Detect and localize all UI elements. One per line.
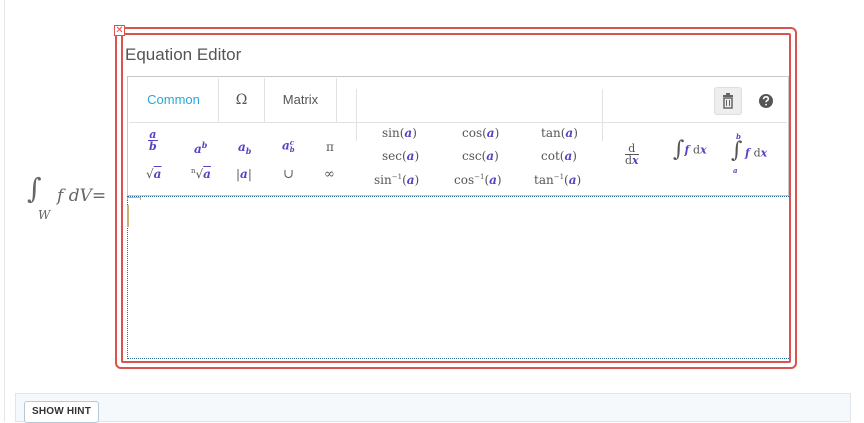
subsup-sub: b: [289, 145, 295, 154]
integral-subscript: W: [38, 208, 51, 222]
editor-title: Equation Editor: [125, 45, 242, 64]
cursor-placeholder: [127, 197, 141, 200]
definite-d: d: [753, 146, 761, 160]
sin-button[interactable]: sin(a): [382, 127, 417, 139]
trig-fn: sec: [382, 149, 402, 163]
trig-arg: a: [406, 173, 415, 187]
cot-button[interactable]: cot(a): [541, 150, 577, 162]
definite-f: f: [745, 146, 750, 160]
definite-integral-icon: ∫: [731, 138, 743, 163]
subscript-button[interactable]: ab: [238, 141, 251, 156]
trig-arg: a: [486, 126, 495, 140]
clear-button[interactable]: [714, 87, 742, 115]
integral-sign: ∫: [27, 172, 42, 205]
nth-root-button[interactable]: n√a: [191, 167, 211, 181]
pi-button[interactable]: π: [326, 141, 334, 153]
fraction-button[interactable]: ab: [148, 129, 158, 152]
csc-button[interactable]: csc(a): [462, 150, 499, 162]
trig-arg: a: [406, 149, 415, 163]
abs-button[interactable]: |a|: [236, 168, 252, 180]
trig-fn: sin: [374, 173, 392, 187]
integrand-text: f dV: [57, 186, 92, 206]
trig-arg: a: [486, 149, 495, 163]
trig-fn: csc: [462, 149, 482, 163]
arcsin-button[interactable]: sin−1(a): [374, 173, 419, 187]
infinity-button[interactable]: ∞: [324, 168, 335, 181]
definite-lower: a: [733, 166, 738, 175]
tan-button[interactable]: tan(a): [541, 127, 578, 139]
union-button[interactable]: ∪: [283, 168, 294, 181]
sec-button[interactable]: sec(a): [382, 150, 419, 162]
left-rule: [4, 0, 5, 422]
tab-common[interactable]: Common: [129, 78, 219, 122]
close-icon[interactable]: ✕: [114, 25, 125, 36]
trig-arg: a: [564, 149, 573, 163]
arccos-button[interactable]: cos−1(a): [454, 173, 502, 187]
trig-fn: sin: [382, 126, 400, 140]
sqrt-arg: a: [153, 167, 162, 181]
sub-sup-button[interactable]: acb: [282, 139, 295, 153]
sqrt-button[interactable]: √a: [146, 168, 161, 180]
trig-sup: −1: [553, 173, 565, 181]
subscript-sub: b: [245, 146, 252, 157]
cos-button[interactable]: cos(a): [462, 127, 499, 139]
derivative-button[interactable]: d dx: [625, 143, 639, 166]
definite-integral-button[interactable]: b ∫ a f dx: [731, 133, 768, 175]
editor-tabs: Common Ω Matrix: [129, 78, 787, 123]
help-circle-icon: [759, 94, 773, 108]
integrand: f dV=: [57, 186, 106, 206]
trig-sup: −1: [474, 173, 485, 181]
integral-f: f: [684, 143, 690, 157]
equals-sign: =: [91, 186, 107, 206]
hint-bar: SHOW HINT: [15, 393, 851, 423]
definite-var: x: [760, 146, 768, 160]
arctan-button[interactable]: tan−1(a): [534, 173, 581, 187]
abs-bar-right: |: [247, 167, 252, 181]
tab-matrix[interactable]: Matrix: [265, 78, 337, 122]
subscript-base: a: [238, 140, 246, 154]
trig-fn: cos: [462, 126, 483, 140]
power-base: a: [194, 142, 202, 156]
power-button[interactable]: ab: [194, 141, 207, 155]
trig-sup: −1: [391, 173, 403, 181]
help-button[interactable]: [752, 87, 780, 115]
sqrt-sign: √: [146, 167, 154, 181]
tab-symbols[interactable]: Ω: [219, 78, 265, 122]
equation-editor-panel: Common Ω Matrix ab √a ab n√a ab |a| a c …: [127, 76, 789, 196]
derivative-var: x: [632, 154, 639, 167]
abs-arg: a: [240, 167, 248, 181]
fraction-den: b: [149, 140, 157, 153]
trig-arg: a: [565, 126, 574, 140]
trig-arg: a: [489, 173, 497, 187]
integral-icon: ∫: [673, 137, 685, 162]
trig-fn: cos: [454, 173, 475, 187]
divider: [356, 89, 357, 141]
trig-fn: tan: [541, 126, 561, 140]
integral-button[interactable]: ∫f dx: [673, 139, 707, 161]
derivative-den-d: d: [625, 154, 633, 167]
integral-var: x: [700, 143, 707, 157]
nth-root-arg: a: [203, 167, 211, 181]
math-input-area[interactable]: [127, 196, 789, 359]
subsup-base: a: [282, 138, 290, 153]
trig-arg: a: [404, 126, 413, 140]
trig-arg: a: [568, 173, 577, 187]
power-sup: b: [201, 140, 208, 150]
trash-icon: [723, 93, 733, 109]
divider: [602, 89, 603, 141]
trig-fn: cot: [541, 149, 560, 163]
trig-fn: tan: [534, 173, 554, 187]
show-hint-button[interactable]: SHOW HINT: [24, 401, 100, 423]
text-cursor: [127, 205, 129, 227]
